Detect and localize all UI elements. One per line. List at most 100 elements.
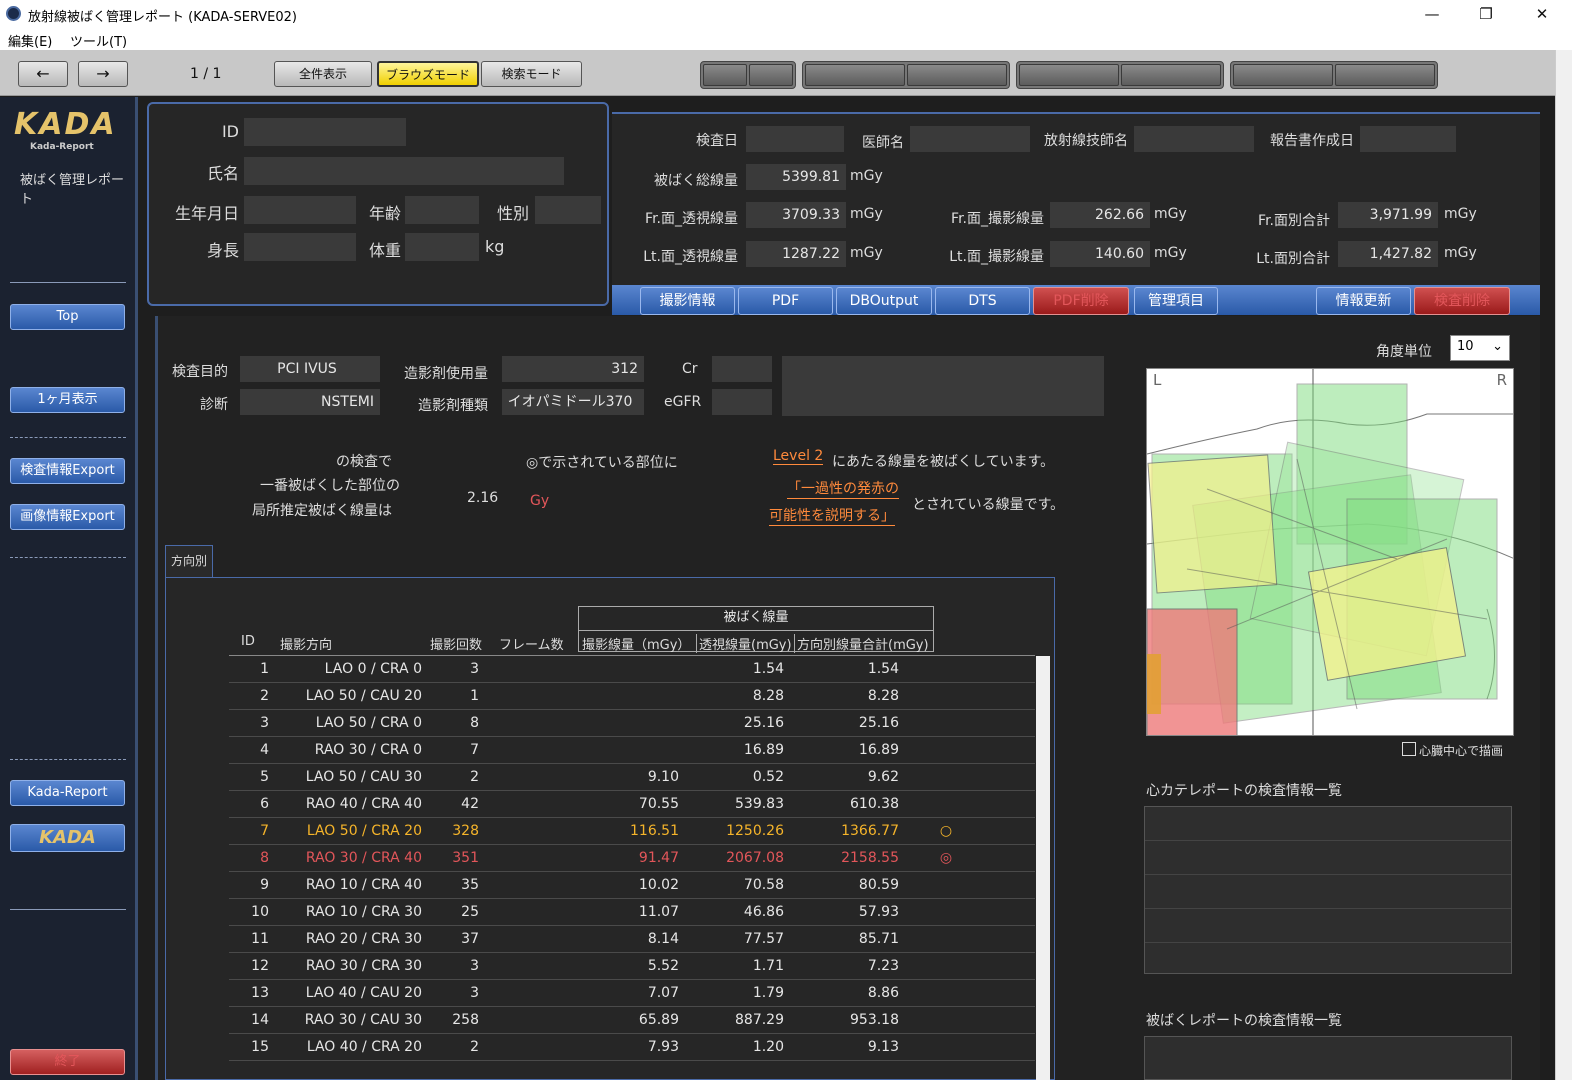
sex-field[interactable] <box>535 196 601 224</box>
weight-field[interactable] <box>405 233 479 261</box>
tab-direction[interactable]: 方向別 <box>165 545 213 577</box>
row-cine-dose: 10.02 <box>638 877 679 893</box>
menu-tools[interactable]: ツール(T) <box>70 31 127 50</box>
table-row[interactable]: 14 RAO 30 / CAU 30 258 65.89 887.29 953.18 <box>229 1007 1035 1034</box>
browse-mode-button[interactable]: ブラウズモード <box>377 61 479 87</box>
row-cine-dose: 9.10 <box>647 769 679 785</box>
col-sum-dose: 方向別線量合計(mGy) <box>794 634 929 653</box>
manage-items-button[interactable]: 管理項目 <box>1134 287 1218 315</box>
dose-report-list[interactable] <box>1144 1036 1512 1080</box>
forward-button[interactable]: → <box>78 61 128 87</box>
center-heart-checkbox[interactable] <box>1402 742 1416 756</box>
col-direction: 撮影方向 <box>280 638 333 653</box>
menu-edit[interactable]: 編集(E) <box>8 31 52 50</box>
imaging-info-button[interactable]: 撮影情報 <box>640 287 735 315</box>
exam-delete-button[interactable]: 検査削除 <box>1414 287 1510 315</box>
age-field[interactable] <box>405 196 479 224</box>
table-row[interactable]: 11 RAO 20 / CRA 30 37 8.14 77.57 85.71 <box>229 926 1035 953</box>
window-scrollbar[interactable] <box>1555 50 1572 1080</box>
row-id: 4 <box>260 742 269 758</box>
toolbar-group-2[interactable] <box>802 61 1010 89</box>
row-direction: LAO 40 / CRA 20 <box>306 1039 422 1055</box>
table-row[interactable]: 7 LAO 50 / CRA 20 328 116.51 1250.26 1366.77 ○ <box>229 818 1035 845</box>
cardiac-report-list[interactable] <box>1144 806 1512 974</box>
row-cine-dose: 11.07 <box>638 904 679 920</box>
table-row[interactable]: 5 LAO 50 / CAU 30 2 9.10 0.52 9.62 <box>229 764 1035 791</box>
kada-report-button[interactable]: Kada-Report <box>10 780 125 806</box>
unit: mGy <box>850 245 883 261</box>
contrast-type-label: 造影剤種類 <box>418 398 488 414</box>
toolbar-group-1[interactable] <box>700 61 796 89</box>
contrast-amount-value: 312 <box>502 356 644 382</box>
month-view-button[interactable]: 1ヶ月表示 <box>10 387 125 413</box>
row-cine-dose: 65.89 <box>638 1012 679 1028</box>
table-row[interactable]: 12 RAO 30 / CRA 30 3 5.52 1.71 7.23 <box>229 953 1035 980</box>
row-direction: RAO 30 / CRA 40 <box>305 850 422 866</box>
unit: mGy <box>850 206 883 222</box>
dose-map[interactable]: L R <box>1146 368 1514 736</box>
dob-field[interactable] <box>244 196 356 224</box>
list-item[interactable] <box>1145 875 1511 909</box>
doctor-field[interactable] <box>910 126 1030 152</box>
toolbar-group-3[interactable] <box>1016 61 1224 89</box>
report-date-field[interactable] <box>1360 126 1456 152</box>
map-left-label: L <box>1153 371 1162 389</box>
age-label: 年齢 <box>368 204 401 223</box>
row-direction: RAO 10 / CRA 30 <box>305 904 422 920</box>
dts-button[interactable]: DTS <box>935 287 1030 315</box>
height-field[interactable] <box>244 233 356 261</box>
pdf-delete-button[interactable]: PDF削除 <box>1033 287 1129 315</box>
tech-field[interactable] <box>1134 126 1254 152</box>
kada-view-button[interactable]: KADA <box>10 824 125 852</box>
row-cine-dose: 7.07 <box>647 985 679 1001</box>
row-cine-dose: 5.52 <box>647 958 679 974</box>
quote-tail: とされている線量です。 <box>912 497 1065 513</box>
cr-field[interactable] <box>712 356 772 382</box>
table-row[interactable]: 3 LAO 50 / CRA 0 8 25.16 25.16 <box>229 710 1035 737</box>
update-info-button[interactable]: 情報更新 <box>1316 287 1411 315</box>
row-fluoro-dose: 25.16 <box>743 715 784 731</box>
comment-field[interactable] <box>782 356 1104 416</box>
patient-panel: ID 氏名 生年月日 年齢 性別 身長 体重 kg <box>147 102 609 306</box>
cardiac-list-title: 心カテレポートの検査情報一覧 <box>1146 783 1342 799</box>
search-mode-button[interactable]: 検索モード <box>481 61 582 87</box>
table-row[interactable]: 6 RAO 40 / CRA 40 42 70.55 539.83 610.38 <box>229 791 1035 818</box>
table-row[interactable]: 10 RAO 10 / CRA 30 25 11.07 46.86 57.93 <box>229 899 1035 926</box>
list-item[interactable] <box>1145 807 1511 841</box>
table-row[interactable]: 9 RAO 10 / CRA 40 35 10.02 70.58 80.59 <box>229 872 1035 899</box>
exit-button[interactable]: 終了 <box>10 1049 125 1075</box>
row-sum-dose: 80.59 <box>858 877 899 893</box>
minimize-button[interactable]: — <box>1412 2 1452 26</box>
row-sum-dose: 85.71 <box>858 931 899 947</box>
close-button[interactable]: ✕ <box>1522 2 1562 26</box>
back-button[interactable]: ← <box>18 61 68 87</box>
row-id: 12 <box>251 958 269 974</box>
list-item[interactable] <box>1145 841 1511 875</box>
id-field[interactable] <box>244 118 406 146</box>
dboutput-button[interactable]: DBOutput <box>836 287 932 315</box>
page-indicator: 1 / 1 <box>190 66 222 82</box>
show-all-button[interactable]: 全件表示 <box>274 61 372 87</box>
restore-button[interactable]: ❐ <box>1466 2 1506 26</box>
table-row[interactable]: 4 RAO 30 / CRA 0 7 16.89 16.89 <box>229 737 1035 764</box>
top-button[interactable]: Top <box>10 304 125 330</box>
row-fluoro-dose: 1.54 <box>752 661 784 677</box>
col-frames: フレーム数 <box>499 638 564 653</box>
list-item[interactable] <box>1145 909 1511 943</box>
table-row[interactable]: 15 LAO 40 / CRA 20 2 7.93 1.20 9.13 <box>229 1034 1035 1061</box>
logo-subtitle: Kada-Report <box>30 142 94 152</box>
name-field[interactable] <box>244 157 564 185</box>
pdf-button[interactable]: PDF <box>738 287 833 315</box>
table-row[interactable]: 2 LAO 50 / CAU 20 1 8.28 8.28 <box>229 683 1035 710</box>
exam-export-button[interactable]: 検査情報Export <box>10 458 125 484</box>
toolbar-group-4[interactable] <box>1230 61 1438 89</box>
row-direction: RAO 40 / CRA 40 <box>305 796 422 812</box>
table-row[interactable]: 13 LAO 40 / CAU 20 3 7.07 1.79 8.86 <box>229 980 1035 1007</box>
egfr-field[interactable] <box>712 389 772 415</box>
image-export-button[interactable]: 画像情報Export <box>10 504 125 530</box>
table-row[interactable]: 8 RAO 30 / CRA 40 351 91.47 2067.08 2158.55 ◎ <box>229 845 1035 872</box>
table-row[interactable]: 1 LAO 0 / CRA 0 3 1.54 1.54 <box>229 656 1035 683</box>
angle-select[interactable]: 10 ⌄ <box>1450 335 1510 361</box>
exam-date-field[interactable] <box>746 126 844 152</box>
table-scrollbar[interactable] <box>1036 656 1050 1080</box>
